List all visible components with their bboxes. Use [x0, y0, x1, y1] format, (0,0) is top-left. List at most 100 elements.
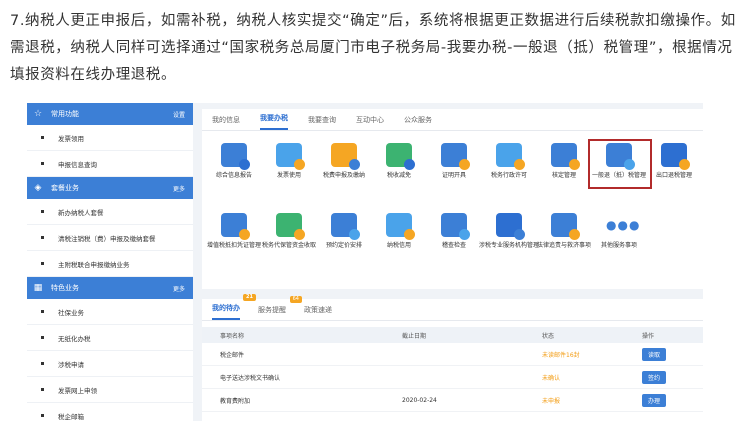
count-badge: 21 — [243, 294, 256, 301]
sidebar-item-label: 申报信息查询 — [58, 160, 97, 169]
icon-badge — [239, 159, 250, 170]
service-icon — [441, 143, 470, 170]
service-icon — [331, 213, 360, 240]
tab-item[interactable]: 互动中心 — [356, 115, 384, 130]
col-header-date: 截止日期 — [402, 332, 427, 340]
sidebar-item-label: 涉税申请 — [58, 360, 84, 369]
sidebar-section-more[interactable]: 更多 — [173, 184, 185, 193]
service-icon-item[interactable]: 综合信息报告 — [204, 143, 264, 180]
screenshot-frame: ☆ 常用功能 设置 发票领用 申报信息查询 ◈ 套餐业务 更多 新办纳税人套餐 清税注销税（费）申… — [27, 103, 703, 421]
service-icon-item[interactable]: 出口退税管理 — [644, 143, 703, 180]
service-icon-item[interactable]: ●●● 其他服务事项 — [589, 213, 649, 250]
service-icon-label: 税务行政许可 — [490, 172, 527, 179]
icon-badge — [404, 229, 415, 240]
service-icon-label: 税务代保管资金收取 — [261, 242, 316, 249]
sidebar-section-header[interactable]: ☆ 常用功能 设置 — [27, 103, 193, 125]
action-button[interactable]: 读取 — [642, 347, 667, 361]
sidebar-item[interactable]: 新办纳税人套餐 — [27, 199, 193, 225]
service-icon: ●●● — [606, 218, 641, 232]
service-icon-label: 税收减免 — [386, 172, 411, 179]
tab-item[interactable]: 公众服务 — [404, 115, 432, 130]
service-icon-item[interactable]: 税务代保管资金收取 — [259, 213, 319, 250]
icon-badge — [679, 159, 690, 170]
service-icon — [221, 143, 250, 170]
cell-date: 2020-02-24 — [402, 396, 437, 404]
service-icon-label: 纳税信用 — [386, 242, 411, 249]
service-icon-label: 法律追责与救济事项 — [536, 242, 591, 249]
table-row: 教育费附加 2020-02-24 未申报 办理 — [202, 389, 703, 412]
action-button[interactable]: 签约 — [642, 370, 667, 384]
bullet-icon — [41, 414, 44, 417]
sidebar-item[interactable]: 涉税申请 — [27, 351, 193, 377]
service-icon-label: 涉税专业服务机构管理 — [479, 242, 540, 249]
table-body: 税企邮件 未读邮件16封 读取 电子送达涉税文书确认 未确认 签约 教育费附加 2020-02… — [202, 343, 703, 412]
bullet-icon — [41, 310, 44, 313]
table-header: 事项名称 截止日期 状态 操作 — [202, 327, 703, 343]
todo-tab[interactable]: 服务提醒 64 — [258, 296, 302, 320]
service-icon-label: 证明开具 — [441, 172, 466, 179]
service-icon-item[interactable]: 税务行政许可 — [479, 143, 539, 180]
icon-badge — [514, 159, 525, 170]
cell-op: 签约 — [642, 370, 703, 384]
bullet-icon — [41, 262, 44, 265]
icon-badge — [294, 229, 305, 240]
service-icon-item[interactable]: 税收减免 — [369, 143, 429, 180]
sidebar-item[interactable]: 无纸化办税 — [27, 325, 193, 351]
tab-item[interactable]: 我要查询 — [308, 115, 336, 130]
sidebar-item-label: 无纸化办税 — [58, 334, 91, 343]
cell-op: 读取 — [642, 347, 703, 361]
cell-name: 教育费附加 — [220, 397, 251, 405]
sidebar-section-more[interactable]: 更多 — [173, 284, 185, 293]
sidebar-item[interactable]: 清税注销税（费）申报及缴纳套餐 — [27, 225, 193, 251]
bullet-icon — [41, 336, 44, 339]
service-icon-item[interactable]: 稽查检查 — [424, 213, 484, 250]
bullet-icon — [41, 210, 44, 213]
service-icon-label: 其他服务事项 — [600, 242, 637, 249]
service-icon-item[interactable]: 预约定价安排 — [314, 213, 374, 250]
sidebar-section-header[interactable]: ◈ 套餐业务 更多 — [27, 177, 193, 199]
main-tabs: 我的信息 我要办税 我要查询 互动中心 公众服务 — [202, 109, 703, 131]
tab-item[interactable]: 我要办税 — [260, 113, 288, 130]
sidebar-item[interactable]: 社保业务 — [27, 299, 193, 325]
sidebar-item[interactable]: 发票领用 — [27, 125, 193, 151]
instruction-paragraph: 7.纳税人更正申报后，如需补税，纳税人核实提交“确定”后，系统将根据更正数据进行… — [10, 13, 736, 83]
service-icon-item[interactable]: 涉税专业服务机构管理 — [479, 213, 539, 250]
service-icon-item[interactable]: 证明开具 — [424, 143, 484, 180]
col-header-name: 事项名称 — [220, 332, 245, 340]
todo-tab[interactable]: 我的待办 21 — [212, 294, 256, 320]
service-icon-item[interactable]: 纳税信用 — [369, 213, 429, 250]
sidebar-item[interactable]: 申报信息查询 — [27, 151, 193, 177]
service-icon-item[interactable]: 法律追责与救济事项 — [534, 213, 594, 250]
sidebar: ☆ 常用功能 设置 发票领用 申报信息查询 ◈ 套餐业务 更多 新办纳税人套餐 清税注销税（费）申… — [27, 103, 193, 421]
service-icon — [221, 213, 250, 240]
service-icon-item[interactable]: 核定管理 — [534, 143, 594, 180]
icon-badge — [569, 159, 580, 170]
icon-badge — [349, 229, 360, 240]
sidebar-section-title: 套餐业务 — [51, 184, 79, 192]
sidebar-item[interactable]: 发票网上申领 — [27, 377, 193, 403]
sidebar-item[interactable]: 主附税联合申报缴纳业务 — [27, 251, 193, 277]
highlight-box — [588, 139, 652, 189]
service-icon-label: 稽查检查 — [441, 242, 466, 249]
sidebar-section-header[interactable]: ▦ 特色业务 更多 — [27, 277, 193, 299]
cell-status: 未读邮件16封 — [542, 351, 580, 359]
service-icon-item[interactable]: 税费申报及缴纳 — [314, 143, 374, 180]
main-panel: 我的信息 我要办税 我要查询 互动中心 公众服务 综合信息报告 发票使用 税费申报及缴纳 税收… — [202, 109, 703, 289]
tab-item[interactable]: 我的信息 — [212, 115, 240, 130]
sidebar-section-more[interactable]: 设置 — [173, 110, 185, 119]
bullet-icon — [41, 362, 44, 365]
service-icon-label: 发票使用 — [276, 172, 301, 179]
col-header-status: 状态 — [542, 332, 555, 340]
layers-icon: ◈ — [34, 183, 42, 193]
todo-tab[interactable]: 政策速递 — [304, 305, 332, 320]
icon-badge — [514, 229, 525, 240]
sidebar-item[interactable]: 税企邮箱 — [27, 403, 193, 421]
service-icon-item[interactable]: 增值税抵扣凭证管理 — [204, 213, 264, 250]
service-icon-item[interactable]: 发票使用 — [259, 143, 319, 180]
icon-badge — [459, 159, 470, 170]
service-icon-label: 增值税抵扣凭证管理 — [206, 242, 261, 249]
cell-status: 未确认 — [542, 374, 561, 382]
action-button[interactable]: 办理 — [642, 393, 667, 407]
service-icon — [496, 213, 525, 240]
service-icon-label: 出口退税管理 — [655, 172, 692, 179]
